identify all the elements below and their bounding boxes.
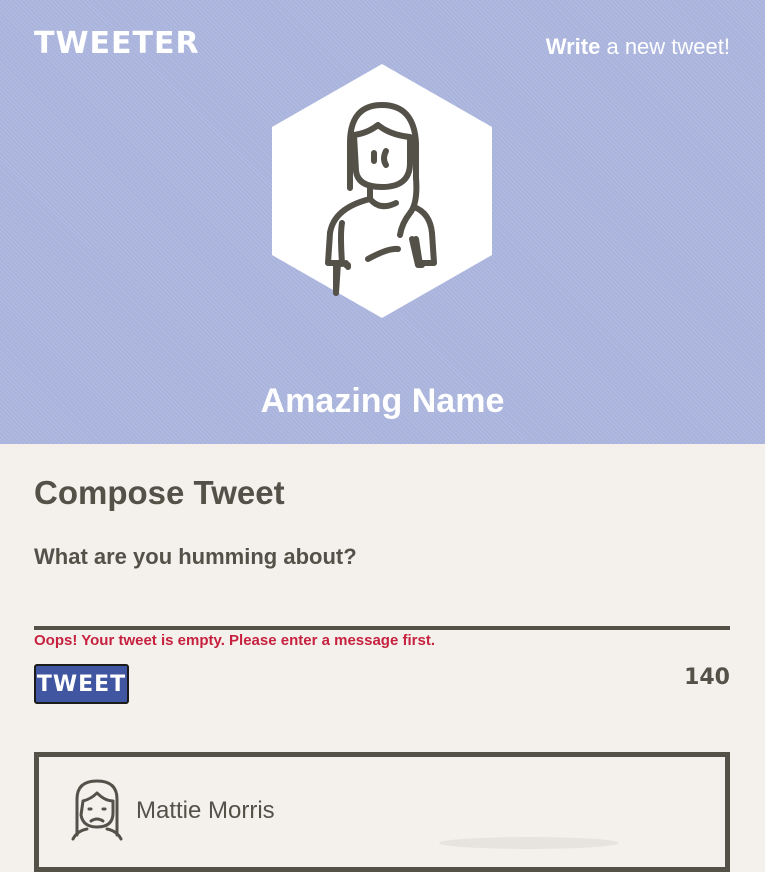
tweet-avatar: [69, 777, 125, 841]
character-counter: 140: [684, 665, 730, 690]
write-link-strong: Write: [545, 34, 601, 59]
tweet-content-shadow: [439, 837, 619, 849]
tweet-card: Mattie Morris: [34, 752, 730, 872]
compose-label: What are you humming about?: [34, 544, 357, 569]
main-content: Compose Tweet What are you humming about…: [0, 444, 765, 872]
error-message: Oops! Your tweet is empty. Please enter …: [34, 632, 435, 649]
profile-name: Amazing Name: [260, 382, 505, 421]
tweet-button[interactable]: TWEET: [34, 664, 129, 704]
tweet-username: Mattie Morris: [136, 797, 275, 824]
write-link-rest: a new tweet!: [600, 34, 730, 59]
compose-title: Compose Tweet: [34, 474, 285, 511]
app-logo[interactable]: TWEETER: [34, 26, 200, 61]
write-new-tweet-link[interactable]: Write a new tweet!: [546, 34, 730, 60]
profile-header: TWEETER Write a new tweet! Amazing Name: [0, 0, 765, 444]
tweet-input[interactable]: [34, 582, 730, 630]
sad-female-avatar-icon: [71, 779, 123, 841]
profile-avatar: [270, 63, 494, 319]
female-user-avatar-icon: [272, 64, 492, 318]
